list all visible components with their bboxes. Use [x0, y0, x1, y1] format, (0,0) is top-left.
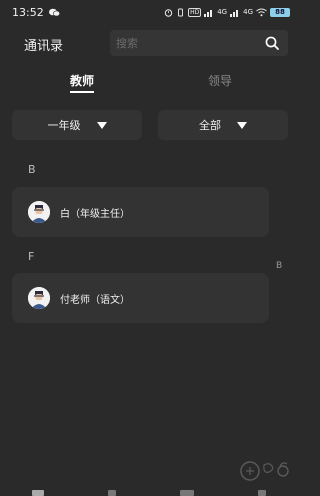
tab-bar: 教师 领导	[0, 72, 300, 98]
search-input[interactable]	[116, 30, 256, 56]
avatar	[28, 287, 50, 309]
nav-message-icon[interactable]	[108, 490, 116, 496]
side-index-b[interactable]: B	[276, 261, 282, 271]
search-bar[interactable]	[110, 30, 288, 56]
nav-home-icon[interactable]	[32, 490, 44, 496]
dropdown-arrow-icon	[96, 121, 107, 129]
grade-dropdown[interactable]: 一年级	[12, 110, 142, 140]
pc6-logo-watermark	[240, 461, 289, 481]
scope-dropdown-label: 全部	[199, 119, 221, 132]
avatar	[28, 201, 50, 223]
wifi-icon	[256, 8, 267, 16]
avatar-person-icon	[28, 201, 50, 223]
network-badge-2: 4G	[243, 8, 253, 16]
network-badge-1: 4G	[217, 8, 228, 16]
hd-badge: HD	[188, 7, 202, 17]
section-header-f: F	[28, 250, 35, 263]
signal-icon-2	[230, 9, 239, 17]
grade-dropdown-label: 一年级	[47, 119, 81, 132]
avatar-person-icon	[28, 287, 50, 309]
status-time: 13:52	[12, 5, 44, 19]
status-bar: 13:52 HD 4G 4G 88	[0, 0, 300, 24]
page-title: 通讯录	[24, 39, 64, 54]
alarm-icon	[164, 8, 173, 17]
signal-icon	[204, 9, 213, 17]
vibrate-icon	[178, 8, 184, 16]
contact-name: 白（年级主任）	[60, 209, 130, 220]
filter-bar: 一年级 全部	[0, 110, 300, 140]
nav-contacts-icon[interactable]	[180, 490, 194, 496]
wechat-icon	[48, 8, 60, 16]
header: 通讯录	[0, 28, 300, 58]
battery-icon: 88	[270, 7, 290, 17]
section-header-b: B	[28, 163, 36, 176]
tab-teacher[interactable]: 教师	[52, 72, 112, 89]
tab-active-indicator	[70, 91, 94, 93]
dropdown-arrow-icon	[237, 121, 247, 129]
nav-profile-icon[interactable]	[258, 490, 266, 496]
contact-name: 付老师（语文）	[60, 295, 130, 306]
contact-card[interactable]: 付老师（语文）	[12, 273, 269, 323]
tab-leader[interactable]: 领导	[190, 72, 250, 89]
search-icon[interactable]	[264, 35, 280, 51]
scope-dropdown[interactable]: 全部	[158, 110, 288, 140]
bottom-nav	[0, 490, 300, 496]
contact-card[interactable]: 白（年级主任）	[12, 187, 269, 237]
